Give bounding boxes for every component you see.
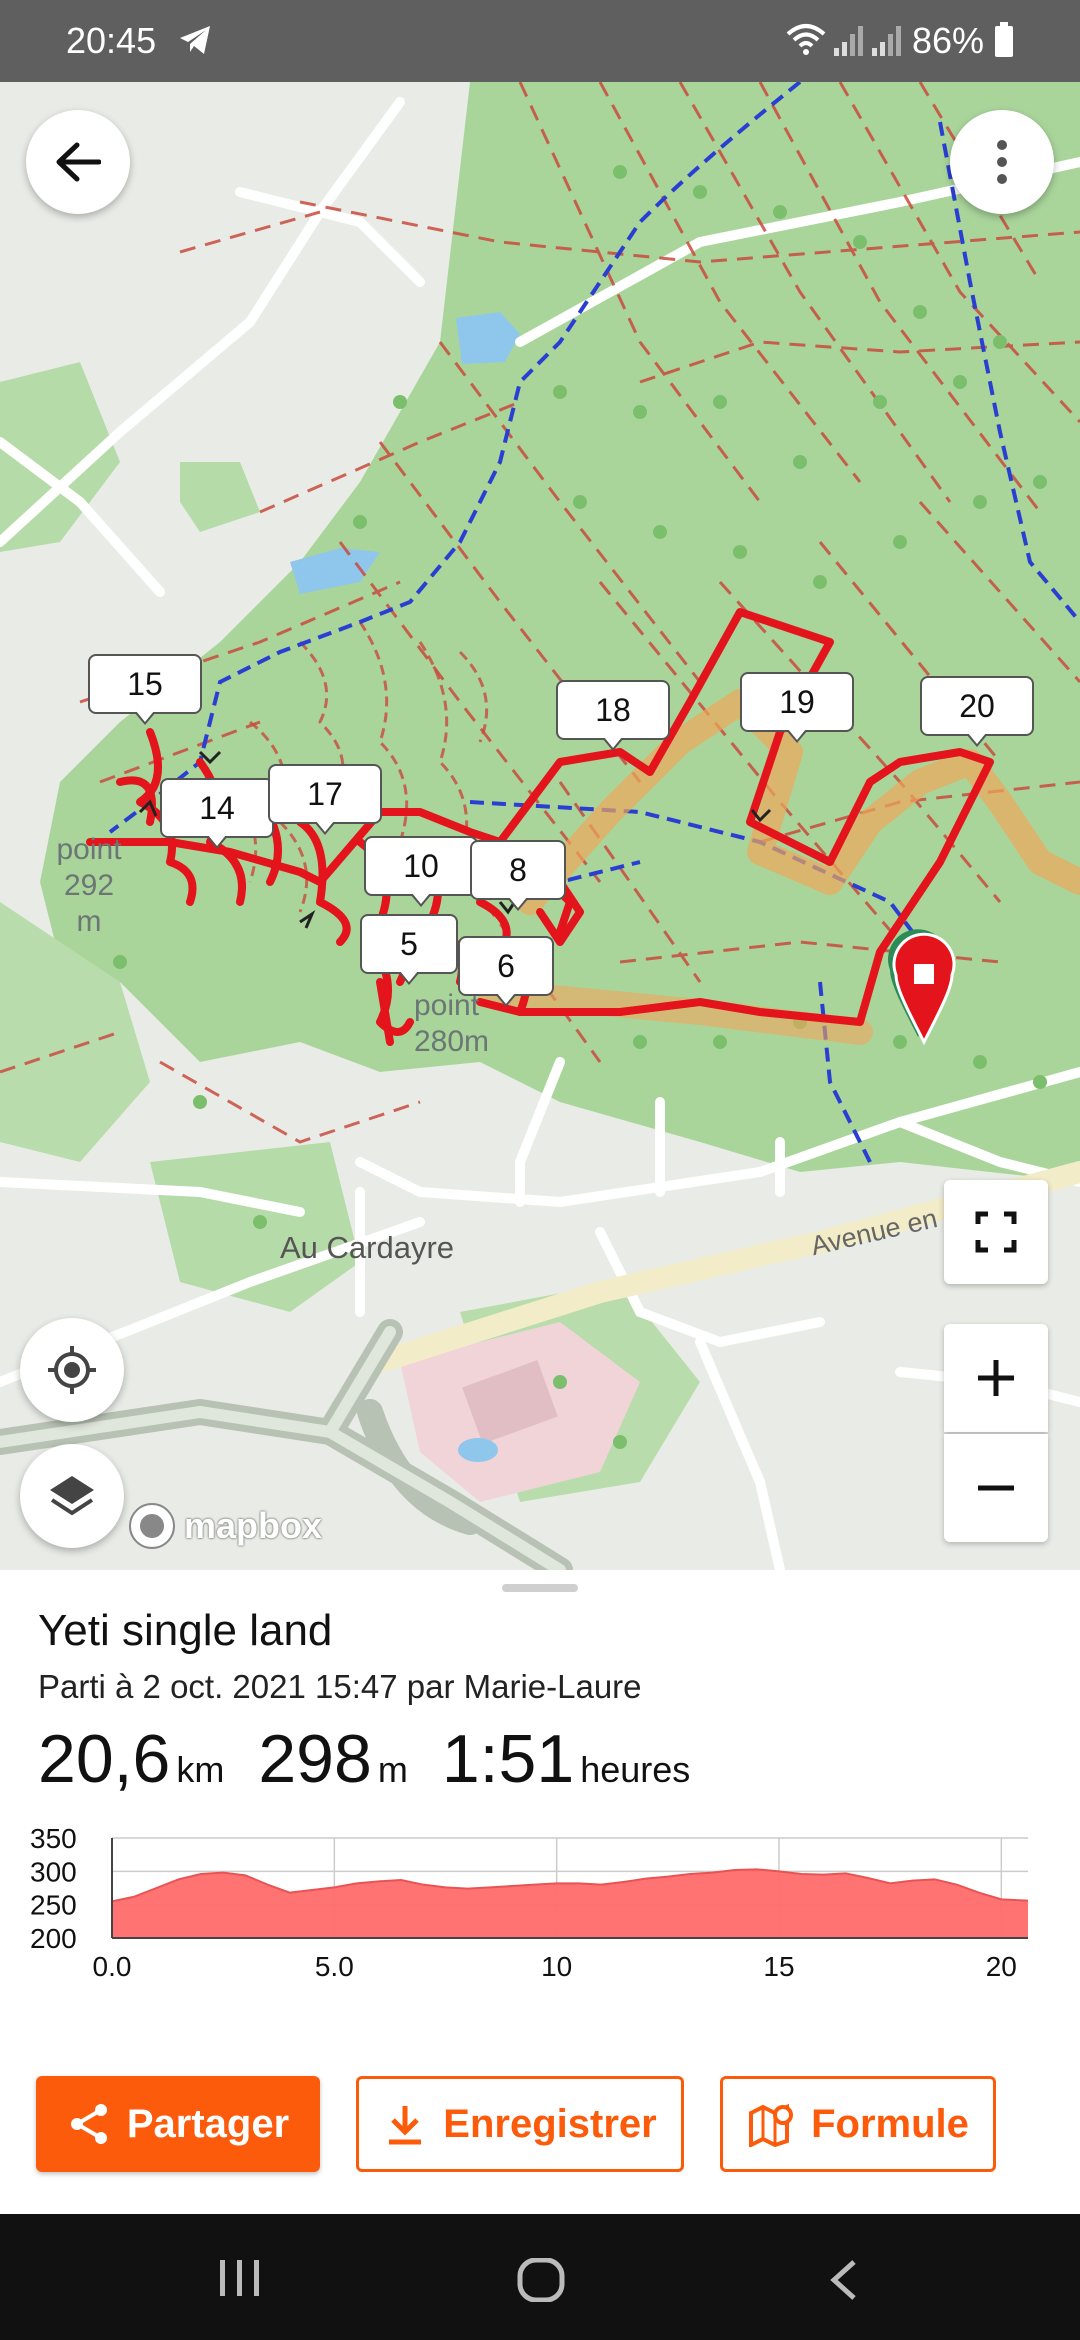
fullscreen-button[interactable] bbox=[944, 1180, 1048, 1284]
map-label-point-292: point 292 m bbox=[56, 833, 122, 938]
map-view[interactable]: point 292 m point 280m Au Cardayre Avenu… bbox=[0, 82, 1080, 1570]
chart-x-tick-label: 20 bbox=[986, 1951, 1017, 1982]
more-vertical-icon bbox=[997, 140, 1007, 184]
plus-icon bbox=[978, 1360, 1014, 1396]
waypoint-marker-8[interactable]: 8 bbox=[470, 840, 566, 911]
waypoint-marker-14[interactable]: 14 bbox=[160, 778, 274, 849]
telegram-icon bbox=[178, 24, 212, 61]
elevation-unit: m bbox=[377, 1749, 408, 1790]
minus-icon bbox=[978, 1485, 1014, 1491]
place-label: Au Cardayre bbox=[280, 1230, 455, 1265]
map-label-280m: 280m bbox=[414, 1025, 490, 1058]
save-label: Enregistrer bbox=[443, 2101, 657, 2146]
wifi-icon bbox=[786, 22, 826, 63]
chart-x-tick-label: 15 bbox=[763, 1951, 794, 1982]
more-options-button[interactable] bbox=[950, 110, 1054, 214]
share-icon bbox=[70, 2104, 107, 2144]
waypoint-marker-19[interactable]: 19 bbox=[740, 672, 854, 743]
system-nav-bar bbox=[0, 2214, 1080, 2340]
waypoint-marker-10[interactable]: 10 bbox=[364, 836, 478, 907]
elevation-chart[interactable]: 350300250200 0.0 5.0 10 15 20 bbox=[30, 1828, 1050, 1988]
activity-stats: 20,6 km 298 m 1:51 heures bbox=[38, 1720, 724, 1798]
chart-y-tick-label: 250 bbox=[30, 1890, 77, 1921]
waypoint-marker-18[interactable]: 18 bbox=[556, 680, 670, 751]
chart-y-tick-label: 300 bbox=[30, 1856, 77, 1887]
sheet-drag-handle[interactable] bbox=[502, 1584, 578, 1592]
chart-x-tick-label: 0.0 bbox=[93, 1951, 132, 1982]
layers-icon bbox=[50, 1476, 94, 1516]
signal-icon-2 bbox=[870, 24, 902, 63]
duration-unit: heures bbox=[580, 1749, 691, 1790]
mapbox-label: mapbox bbox=[184, 1505, 323, 1546]
zoom-in-button[interactable] bbox=[944, 1324, 1048, 1432]
duration-value: 1:51 bbox=[441, 1721, 575, 1797]
battery-icon bbox=[994, 22, 1014, 63]
signal-icon bbox=[832, 24, 864, 63]
chart-y-tick-label: 350 bbox=[30, 1828, 77, 1854]
battery-percent: 86% bbox=[912, 20, 985, 61]
status-bar: 20:45 86% bbox=[0, 0, 1080, 82]
waypoint-marker-6[interactable]: 6 bbox=[458, 936, 554, 1007]
waypoint-marker-15[interactable]: 15 bbox=[88, 654, 202, 725]
locate-button[interactable] bbox=[20, 1318, 124, 1422]
share-label: Partager bbox=[126, 2101, 290, 2146]
save-button[interactable]: Enregistrer bbox=[356, 2076, 684, 2172]
formula-button[interactable]: Formule bbox=[720, 2076, 996, 2172]
fullscreen-icon bbox=[975, 1211, 1017, 1253]
distance-value: 20,6 bbox=[38, 1721, 171, 1797]
activity-sheet: Yeti single land Parti à 2 oct. 2021 15:… bbox=[0, 1570, 1080, 2214]
formula-label: Formule bbox=[811, 2101, 969, 2146]
elevation-value: 298 bbox=[258, 1721, 372, 1797]
download-icon bbox=[389, 2106, 422, 2145]
chart-y-tick-label: 200 bbox=[30, 1923, 77, 1954]
chart-elevation-area bbox=[112, 1869, 1028, 1938]
layers-button[interactable] bbox=[20, 1444, 124, 1548]
mapbox-logo-icon bbox=[129, 1503, 175, 1549]
arrow-left-icon bbox=[56, 142, 101, 182]
mapbox-attribution[interactable]: mapbox bbox=[126, 1500, 322, 1552]
waypoint-marker-20[interactable]: 20 bbox=[920, 676, 1034, 747]
share-button[interactable]: Partager bbox=[36, 2076, 320, 2172]
crosshair-icon bbox=[48, 1346, 96, 1394]
activity-subtitle: Parti à 2 oct. 2021 15:47 par Marie-Laur… bbox=[38, 1668, 642, 1705]
recent-apps-icon[interactable] bbox=[216, 2258, 264, 2303]
home-icon[interactable] bbox=[516, 2257, 566, 2307]
status-time: 20:45 bbox=[66, 20, 157, 61]
activity-title: Yeti single land bbox=[38, 1606, 333, 1655]
distance-unit: km bbox=[176, 1749, 225, 1790]
chart-x-tick-label: 10 bbox=[541, 1951, 572, 1982]
back-nav-icon[interactable] bbox=[828, 2258, 858, 2307]
waypoint-marker-17[interactable]: 17 bbox=[268, 764, 382, 835]
chart-x-tick-label: 5.0 bbox=[315, 1951, 354, 1982]
waypoint-marker-5[interactable]: 5 bbox=[360, 914, 458, 985]
back-button[interactable] bbox=[26, 110, 130, 214]
map-pin-icon bbox=[749, 2103, 794, 2147]
zoom-out-button[interactable] bbox=[944, 1434, 1048, 1542]
